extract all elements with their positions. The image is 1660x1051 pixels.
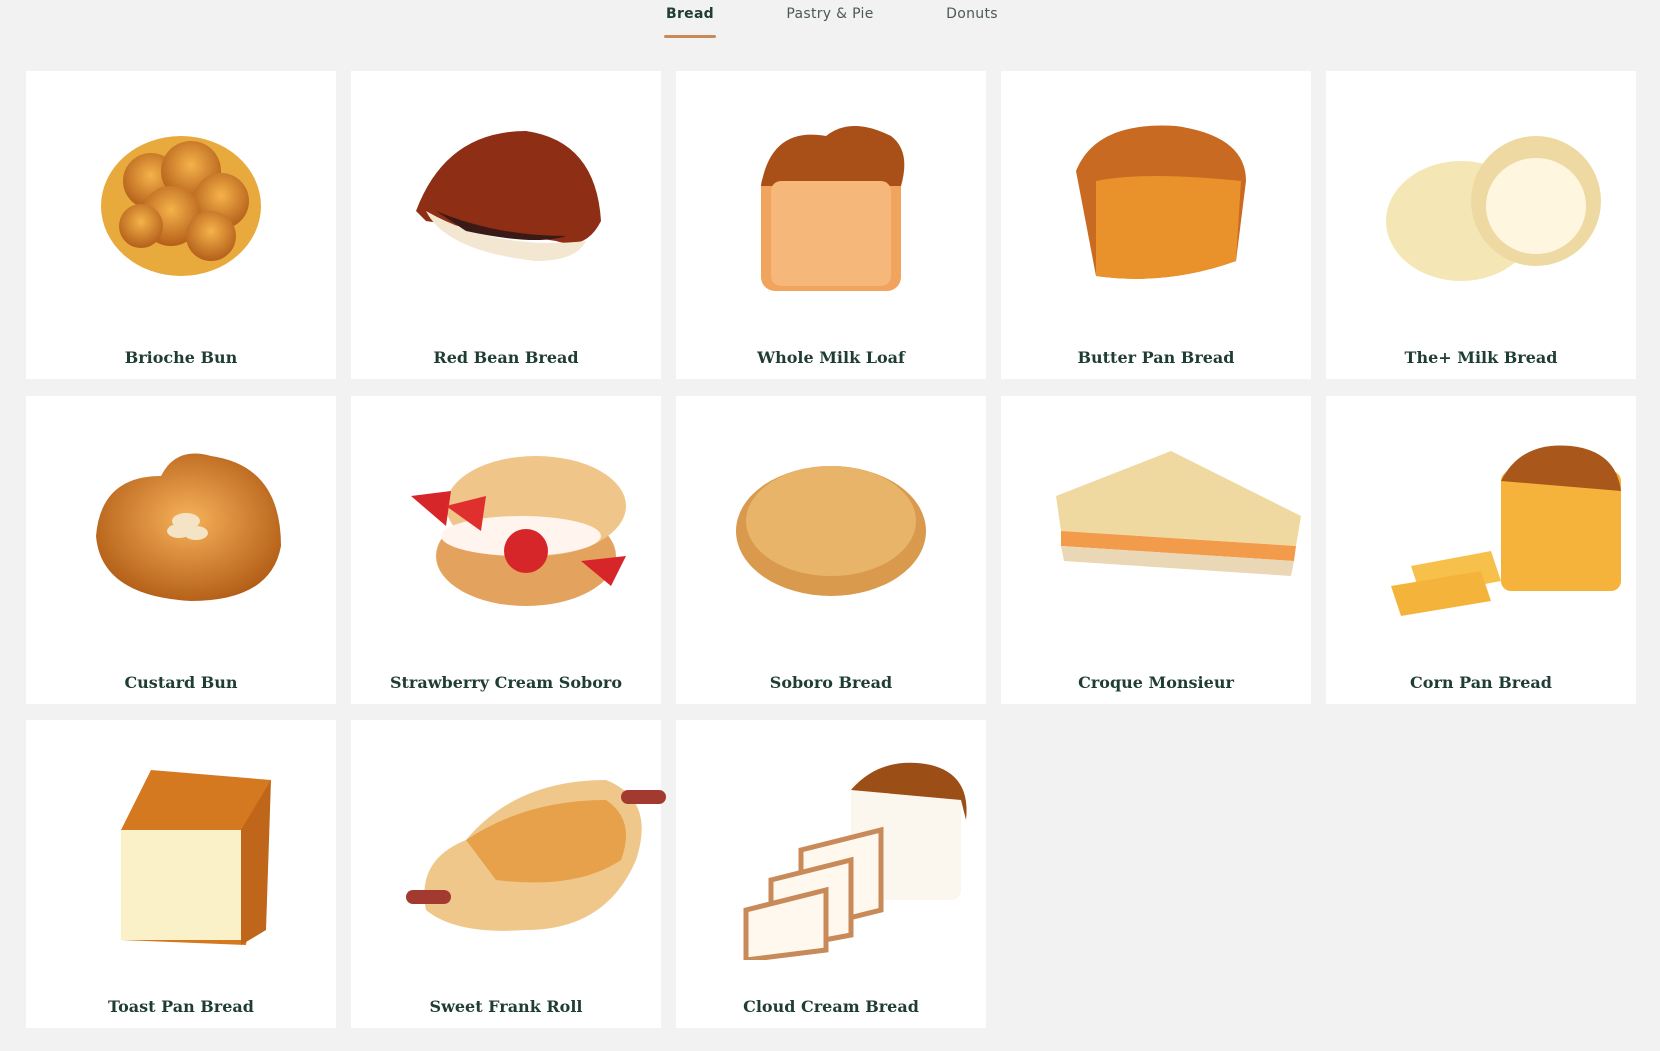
product-name: Red Bean Bread: [433, 348, 579, 367]
brioche-bun-image: [26, 71, 336, 331]
product-name: Cloud Cream Bread: [743, 997, 919, 1016]
category-tabs: Bread Pastry & Pie Donuts: [0, 0, 1660, 40]
product-name: The+ Milk Bread: [1404, 348, 1558, 367]
product-card[interactable]: Custard Bun: [26, 396, 336, 704]
custard-bun-image: [26, 396, 336, 656]
strawberry-cream-soboro-image: [351, 396, 661, 656]
product-name: Croque Monsieur: [1078, 673, 1234, 692]
product-name: Toast Pan Bread: [108, 997, 254, 1016]
product-name: Whole Milk Loaf: [757, 348, 905, 367]
product-card[interactable]: Butter Pan Bread: [1001, 71, 1311, 379]
product-card[interactable]: Strawberry Cream Soboro: [351, 396, 661, 704]
product-card[interactable]: Whole Milk Loaf: [676, 71, 986, 379]
whole-milk-loaf-image: [676, 71, 986, 331]
product-card[interactable]: Croque Monsieur: [1001, 396, 1311, 704]
red-bean-bread-image: [351, 71, 661, 331]
product-card[interactable]: Brioche Bun: [26, 71, 336, 379]
product-card[interactable]: The+ Milk Bread: [1326, 71, 1636, 379]
cloud-cream-bread-image: [676, 720, 986, 980]
product-name: Soboro Bread: [769, 673, 893, 692]
tab-donuts[interactable]: Donuts: [940, 6, 1004, 40]
product-name: Sweet Frank Roll: [429, 997, 583, 1016]
product-card[interactable]: Corn Pan Bread: [1326, 396, 1636, 704]
product-name: Custard Bun: [124, 673, 238, 692]
tab-donuts-label: Donuts: [946, 6, 998, 22]
product-name: Corn Pan Bread: [1410, 673, 1552, 692]
corn-pan-bread-image: [1326, 396, 1636, 656]
sweet-frank-roll-image: [351, 720, 666, 980]
butter-pan-bread-image: [1001, 71, 1311, 331]
product-name: Brioche Bun: [124, 348, 238, 367]
product-card[interactable]: Red Bean Bread: [351, 71, 661, 379]
toast-pan-bread-image: [26, 720, 336, 980]
product-card[interactable]: Toast Pan Bread: [26, 720, 336, 1028]
product-name: Strawberry Cream Soboro: [389, 673, 622, 692]
active-tab-indicator: [664, 35, 716, 38]
tab-pastry-pie[interactable]: Pastry & Pie: [780, 6, 880, 40]
product-card[interactable]: Sweet Frank Roll: [351, 720, 666, 1028]
croque-monsieur-image: [1001, 396, 1311, 656]
product-name: Butter Pan Bread: [1077, 348, 1235, 367]
tab-bread-label: Bread: [665, 6, 715, 22]
soboro-bread-image: [676, 396, 986, 656]
milk-bread-image: [1326, 71, 1636, 331]
tab-bread[interactable]: Bread: [664, 6, 716, 40]
product-card[interactable]: Cloud Cream Bread: [676, 720, 986, 1028]
product-card[interactable]: Soboro Bread: [676, 396, 986, 704]
tab-pastry-pie-label: Pastry & Pie: [786, 6, 874, 22]
